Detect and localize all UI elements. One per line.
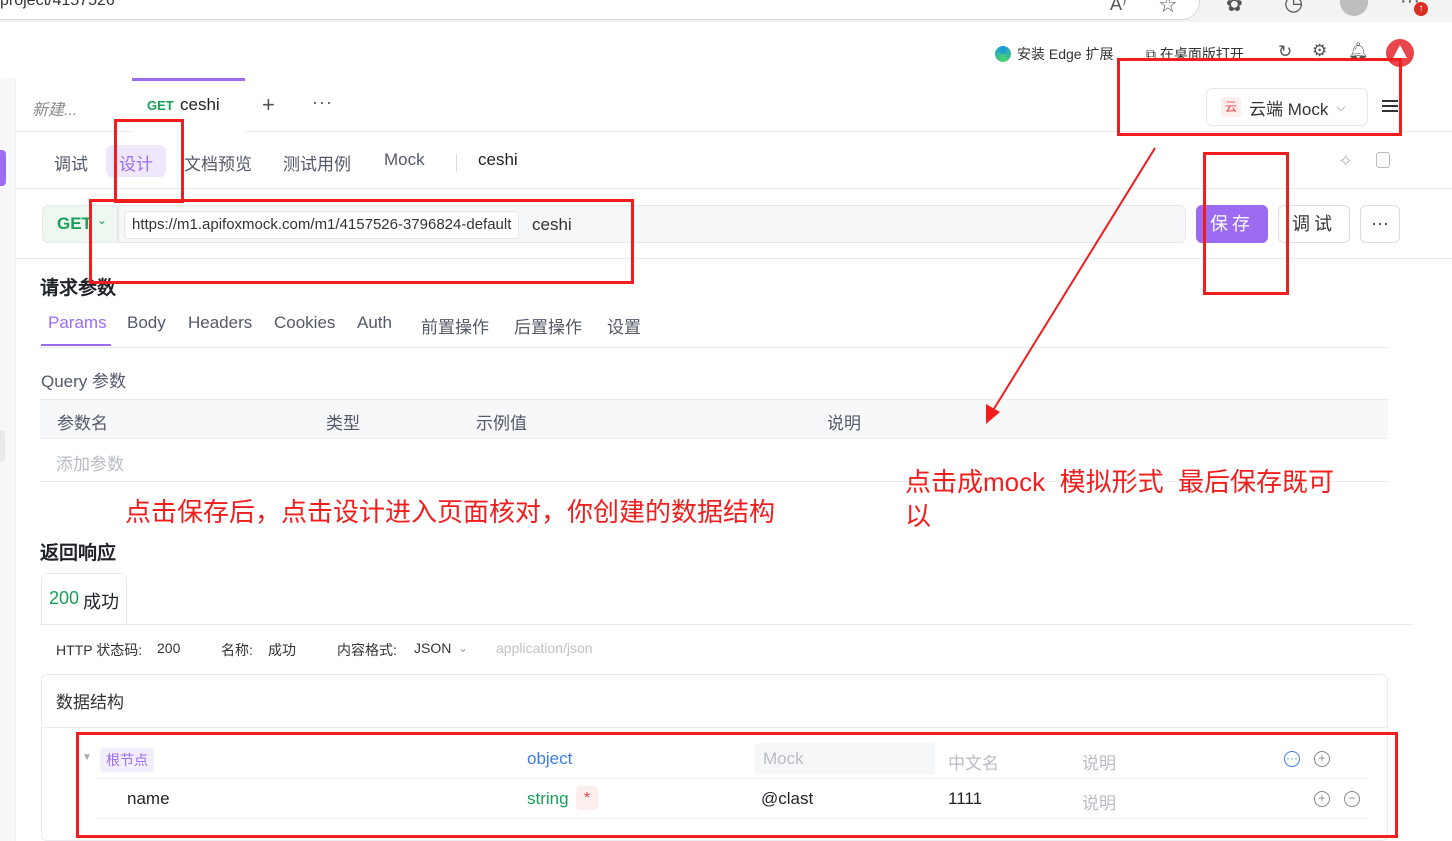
annotation-box-save [1203, 152, 1289, 295]
app-root: project/4157526 A⁾ ☆ ✿ ◷ ··· ↑ 安装 Edge 扩… [0, 0, 1452, 841]
tab-body[interactable]: Body [127, 313, 166, 333]
install-edge-extension-link[interactable]: 安装 Edge 扩展 [995, 44, 1113, 64]
content-type-text: application/json [496, 640, 593, 656]
content-format-select[interactable]: JSON [414, 640, 451, 656]
annotation-box-url [89, 199, 634, 284]
history-icon[interactable]: ◷ [1284, 0, 1303, 16]
column-header-name: 参数名 [57, 414, 108, 433]
ai-sparkle-icon[interactable]: ✧ [1338, 151, 1353, 172]
tab-pre-processors[interactable]: 前置操作 [421, 313, 489, 338]
browser-url-text: project/4157526 [0, 0, 115, 9]
browser-address-bar[interactable] [0, 0, 1200, 20]
column-header-description: 说明 [827, 414, 861, 433]
column-header-example: 示例值 [476, 414, 527, 433]
extensions-icon[interactable]: ✿ [1226, 0, 1243, 17]
tab-debug[interactable]: 调试 [54, 150, 88, 175]
schema-title: 数据结构 [56, 693, 124, 712]
query-table-header [40, 399, 1388, 439]
add-tab-button[interactable]: + [262, 92, 275, 118]
response-status-text: 成功 [83, 592, 119, 612]
annotation-box-env [1117, 58, 1402, 136]
response-tabs-baseline [40, 624, 1412, 625]
param-tabs-baseline [40, 347, 1388, 348]
tab-request-name: ceshi [180, 95, 220, 114]
schema-divider [42, 727, 1387, 728]
tab-headers[interactable]: Headers [188, 313, 252, 333]
edge-ext-label: 安装 Edge 扩展 [1017, 46, 1114, 62]
response-name-label: 名称: [221, 642, 253, 658]
edge-logo-icon [995, 46, 1011, 62]
annotation-right-note-line1: 点击成mock 模拟形式 最后保存既可 [905, 467, 1335, 497]
tab-params[interactable]: Params [48, 313, 107, 333]
tab-settings[interactable]: 设置 [607, 313, 641, 338]
annotation-right-note-line2: 以 [905, 501, 932, 531]
more-actions-button[interactable]: ··· [1360, 205, 1400, 243]
param-tab-indicator [41, 344, 111, 346]
endpoint-name[interactable]: ceshi [478, 150, 518, 170]
read-aloud-icon[interactable]: A⁾ [1110, 0, 1126, 15]
method-label: GET [57, 214, 92, 233]
subtab-divider [456, 154, 457, 172]
add-param-input[interactable]: 添加参数 [56, 450, 124, 475]
annotation-box-schema [76, 732, 1398, 838]
side-panel-icon[interactable] [1376, 152, 1390, 168]
annotation-box-design-tab [114, 119, 184, 203]
response-name-value[interactable]: 成功 [268, 640, 296, 660]
annotation-left-note: 点击保存后，点击设计进入页面核对，你创建的数据结构 [125, 497, 776, 527]
chevron-down-icon: ⌄ [458, 641, 469, 655]
tab-method-badge: GET [147, 98, 174, 113]
sidebar-collapse-handle[interactable] [0, 430, 5, 462]
tab-cookies[interactable]: Cookies [274, 313, 335, 333]
tab-new[interactable]: 新建... [32, 96, 77, 120]
query-params-label: Query 参数 [41, 372, 127, 391]
update-badge-icon: ↑ [1414, 2, 1428, 16]
tabs-more-button[interactable]: ··· [312, 92, 333, 113]
column-header-type: 类型 [326, 414, 360, 433]
status-code-value[interactable]: 200 [157, 640, 180, 656]
content-format-label: 内容格式: [337, 642, 397, 658]
tab-mock[interactable]: Mock [384, 150, 425, 170]
favorite-star-icon[interactable]: ☆ [1158, 0, 1178, 18]
tab-auth[interactable]: Auth [357, 313, 392, 333]
sidebar-active-indicator [0, 150, 6, 186]
tab-test-cases[interactable]: 测试用例 [283, 150, 351, 175]
tab-post-processors[interactable]: 后置操作 [514, 313, 582, 338]
response-status-code: 200 [49, 588, 80, 608]
tab-doc-preview[interactable]: 文档预览 [184, 150, 252, 175]
status-code-label: HTTP 状态码: [56, 642, 143, 658]
response-title: 返回响应 [40, 543, 117, 564]
